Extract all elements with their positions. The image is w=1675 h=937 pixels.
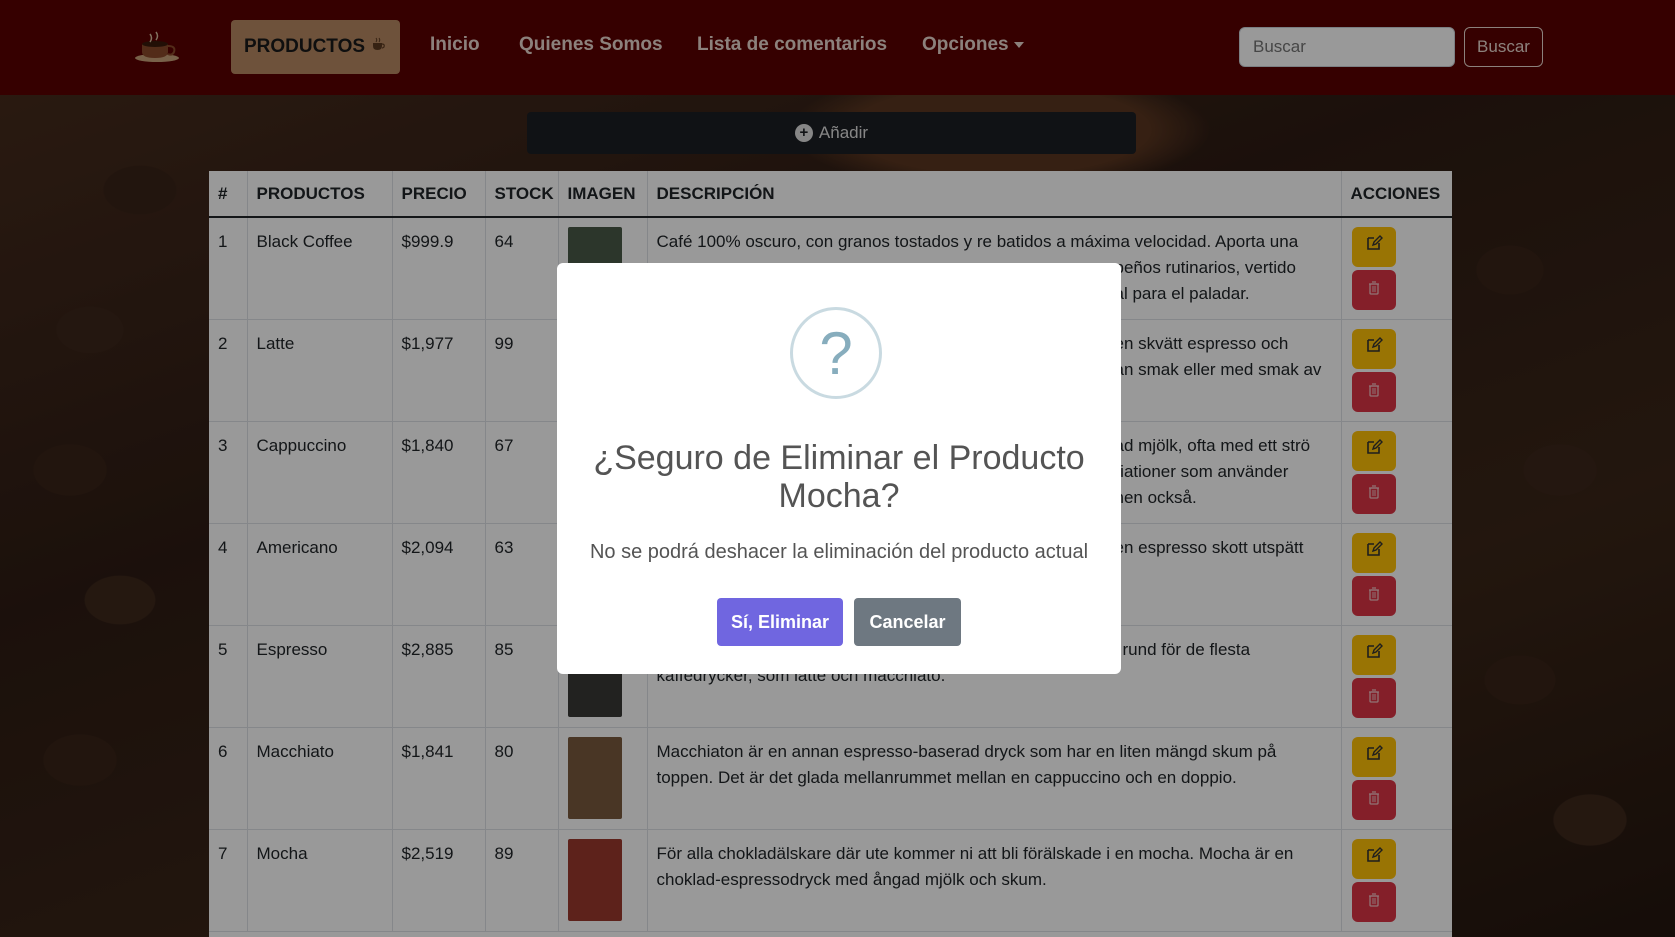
dialog-text: No se podrá deshacer la eliminación del … [589, 541, 1089, 563]
cancel-button[interactable]: Cancelar [854, 598, 961, 646]
confirm-delete-button[interactable]: Sí, Eliminar [717, 598, 843, 646]
dialog-title: ¿Seguro de Eliminar el Producto Mocha? [593, 439, 1085, 515]
delete-confirm-dialog: ? ¿Seguro de Eliminar el Producto Mocha?… [557, 263, 1121, 674]
question-icon: ? [790, 307, 882, 399]
